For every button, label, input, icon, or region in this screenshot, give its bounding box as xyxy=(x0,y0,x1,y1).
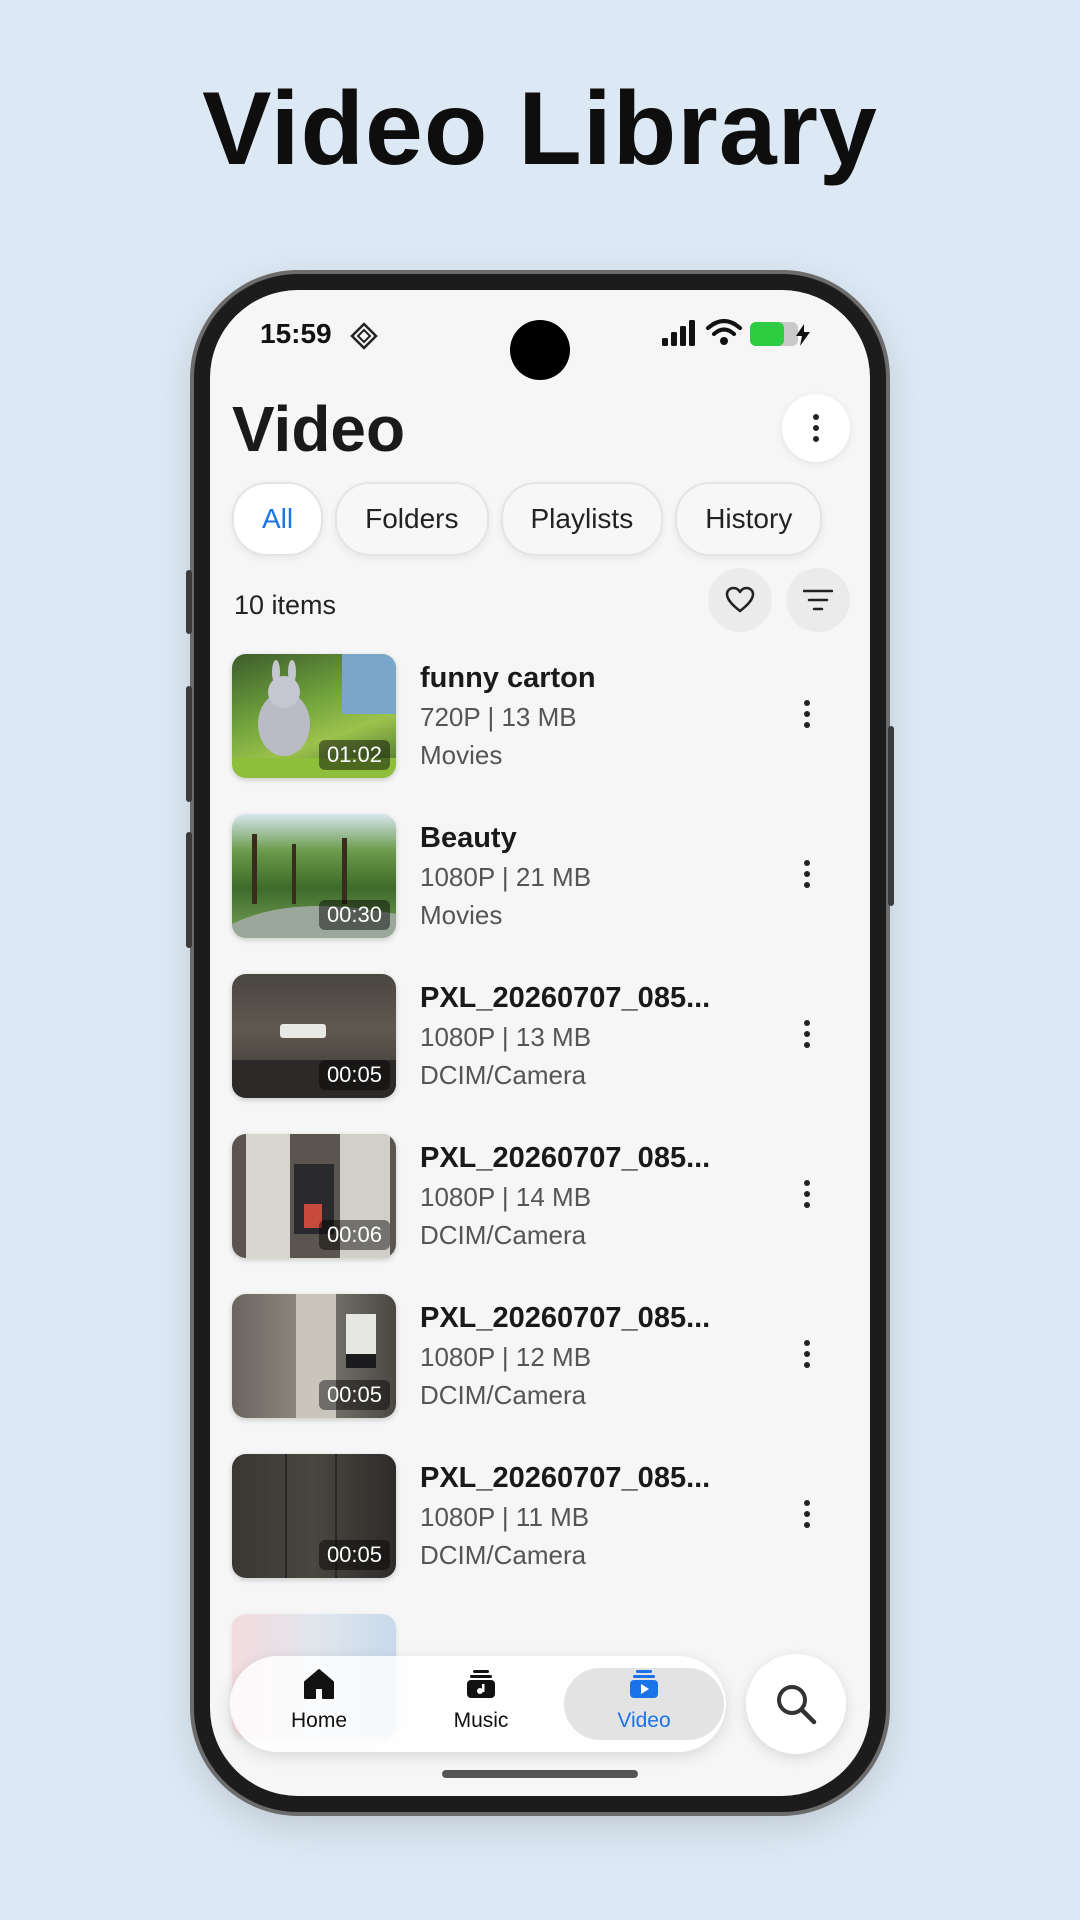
power-button xyxy=(888,726,894,906)
vpn-icon xyxy=(350,322,378,350)
video-meta: 1080P | 11 MB xyxy=(420,1502,590,1532)
home-indicator xyxy=(442,1770,638,1778)
list-item[interactable]: 00:05 PXL_20260707_085... 1080P | 11 MB … xyxy=(210,1454,870,1614)
video-folder: DCIM/Camera xyxy=(420,1540,587,1570)
video-title: PXL_20260707_085... xyxy=(420,1142,711,1174)
more-vertical-icon xyxy=(804,1340,810,1368)
video-title: Beauty xyxy=(420,822,517,854)
tab-all[interactable]: All xyxy=(232,482,324,556)
video-thumbnail: 00:05 xyxy=(232,974,396,1098)
home-icon xyxy=(304,1669,334,1699)
list-item[interactable]: 00:05 PXL_20260707_085... 1080P | 13 MB … xyxy=(210,974,870,1134)
bottom-navigation: Home Music Video xyxy=(230,1656,726,1752)
sort-filter-button[interactable] xyxy=(786,568,850,632)
item-options-button[interactable] xyxy=(804,1020,810,1048)
video-duration: 00:06 xyxy=(318,1220,390,1250)
item-options-button[interactable] xyxy=(804,1180,810,1208)
video-folder: DCIM/Camera xyxy=(420,1220,587,1250)
video-thumbnail: 00:05 xyxy=(232,1454,396,1578)
page-title: Video xyxy=(232,393,406,465)
more-vertical-icon xyxy=(804,1180,810,1208)
volume-down-button xyxy=(186,686,192,802)
more-options-button[interactable] xyxy=(782,394,850,462)
video-meta: 1080P | 12 MB xyxy=(420,1342,592,1372)
action-button xyxy=(186,832,192,948)
item-count: 10 items xyxy=(234,590,337,620)
tab-playlists[interactable]: Playlists xyxy=(500,482,664,556)
nav-home[interactable]: Home xyxy=(244,1668,394,1740)
tab-history[interactable]: History xyxy=(675,482,823,556)
video-title: PXL_20260707_085... xyxy=(420,1302,711,1334)
video-thumbnail: 00:05 xyxy=(232,1294,396,1418)
video-meta: 1080P | 13 MB xyxy=(420,1022,592,1052)
video-title: PXL_20260707_085... xyxy=(420,1462,711,1494)
item-options-button[interactable] xyxy=(804,700,810,728)
video-title: PXL_20260707_085... xyxy=(420,982,711,1014)
tab-bar: All Folders Playlists History xyxy=(232,482,823,556)
nav-music[interactable]: Music xyxy=(406,1668,556,1740)
list-item[interactable]: 00:30 Beauty 1080P | 21 MB Movies xyxy=(210,814,870,974)
video-title: funny carton xyxy=(420,662,596,694)
video-folder: DCIM/Camera xyxy=(420,1060,587,1090)
video-meta: 1080P | 14 MB xyxy=(420,1182,592,1212)
video-folder: DCIM/Camera xyxy=(420,1380,587,1410)
video-meta: 720P | 13 MB xyxy=(420,702,577,732)
video-duration: 00:05 xyxy=(318,1380,390,1410)
item-options-button[interactable] xyxy=(804,860,810,888)
phone-frame: 15:59 Video All Folders Playlists Histor… xyxy=(186,274,894,1812)
status-time: 15:59 xyxy=(260,318,332,349)
video-thumbnail: 00:06 xyxy=(232,1134,396,1258)
list-item[interactable]: 01:02 funny carton 720P | 13 MB Movies xyxy=(210,654,870,814)
more-vertical-icon xyxy=(804,860,810,888)
tab-folders[interactable]: Folders xyxy=(335,482,489,556)
video-icon xyxy=(630,1670,658,1698)
more-vertical-icon xyxy=(804,700,810,728)
battery-icon xyxy=(750,322,810,346)
nav-music-label: Music xyxy=(453,1709,509,1732)
video-thumbnail: 01:02 xyxy=(232,654,396,778)
search-button[interactable] xyxy=(746,1654,846,1754)
item-options-button[interactable] xyxy=(804,1500,810,1528)
video-thumbnail: 00:30 xyxy=(232,814,396,938)
list-item[interactable]: 00:06 PXL_20260707_085... 1080P | 14 MB … xyxy=(210,1134,870,1294)
list-item[interactable]: 00:05 PXL_20260707_085... 1080P | 12 MB … xyxy=(210,1294,870,1454)
volume-up-button xyxy=(186,570,192,634)
video-duration: 00:05 xyxy=(318,1540,390,1570)
nav-home-label: Home xyxy=(290,1709,348,1732)
front-camera xyxy=(510,320,570,380)
screen: 15:59 Video All Folders Playlists Histor… xyxy=(210,290,870,1796)
status-bar: 15:59 xyxy=(210,290,870,380)
video-duration: 01:02 xyxy=(318,740,390,770)
more-vertical-icon xyxy=(804,1020,810,1048)
more-vertical-icon xyxy=(804,1500,810,1528)
favorites-button[interactable] xyxy=(708,568,772,632)
more-vertical-icon xyxy=(813,414,819,442)
heart-icon xyxy=(725,586,755,613)
promo-title: Video Library xyxy=(202,71,878,187)
wifi-icon xyxy=(706,319,742,345)
nav-video[interactable]: Video xyxy=(564,1668,724,1740)
music-icon xyxy=(467,1670,495,1698)
video-duration: 00:05 xyxy=(318,1060,390,1090)
video-meta: 1080P | 21 MB xyxy=(420,862,592,892)
video-folder: Movies xyxy=(420,740,503,770)
filter-icon xyxy=(803,589,833,611)
signal-icon xyxy=(662,320,695,346)
item-options-button[interactable] xyxy=(804,1340,810,1368)
video-duration: 00:30 xyxy=(318,900,390,930)
nav-video-label: Video xyxy=(617,1709,671,1732)
search-icon xyxy=(777,1685,817,1725)
video-list: 01:02 funny carton 720P | 13 MB Movies 0… xyxy=(210,654,870,1774)
video-folder: Movies xyxy=(420,900,503,930)
